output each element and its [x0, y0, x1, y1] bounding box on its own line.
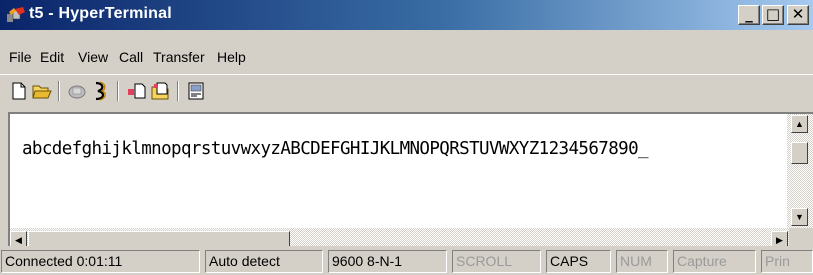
toolbar-separator: [177, 81, 179, 101]
status-num: NUM: [616, 250, 668, 273]
toolbar-separator: [117, 81, 119, 101]
menu-help[interactable]: Help: [217, 49, 246, 65]
arrow-down-icon: ▼: [795, 212, 804, 222]
terminal-text: abcdefghijklmnopqrstuvwxyzABCDEFGHIJKLMN…: [22, 139, 639, 159]
terminal-text-line: abcdefghijklmnopqrstuvwxyzABCDEFGHIJKLMN…: [22, 139, 649, 159]
arrow-up-icon: ▲: [795, 119, 804, 129]
open-icon: [32, 85, 52, 99]
receive-button[interactable]: [150, 80, 172, 102]
status-bar: Connected 0:01:11 Auto detect 9600 8-N-1…: [0, 246, 813, 275]
maximize-button[interactable]: □: [762, 5, 784, 25]
disconnect-icon: [95, 81, 106, 101]
minimize-icon: _: [745, 5, 753, 23]
title-bar[interactable]: t5 - HyperTerminal _ □ ✕: [0, 0, 813, 30]
status-settings: 9600 8-N-1: [328, 250, 447, 273]
status-connected: Connected 0:01:11: [1, 250, 200, 273]
call-button[interactable]: [66, 80, 88, 102]
toolbar: [0, 74, 813, 104]
scroll-down-button[interactable]: ▼: [791, 208, 808, 226]
minimize-button[interactable]: _: [738, 5, 760, 25]
status-caps: CAPS: [546, 250, 611, 273]
arrow-left-icon: ◀: [15, 234, 22, 245]
toolbar-separator: [58, 81, 60, 101]
terminal-display[interactable]: abcdefghijklmnopqrstuvwxyzABCDEFGHIJKLMN…: [18, 114, 788, 228]
terminal-frame: abcdefghijklmnopqrstuvwxyzABCDEFGHIJKLMN…: [8, 112, 813, 252]
send-icon: [128, 83, 146, 99]
menu-file[interactable]: File: [9, 49, 32, 65]
new-connection-icon: [12, 82, 26, 100]
menu-bar: File Edit View Call Transfer Help: [0, 30, 813, 70]
status-print: Prin: [761, 250, 813, 273]
arrow-right-icon: ▶: [776, 234, 783, 245]
new-connection-button[interactable]: [8, 80, 30, 102]
close-button[interactable]: ✕: [787, 5, 809, 25]
open-button[interactable]: [31, 80, 53, 102]
send-button[interactable]: [126, 80, 148, 102]
menu-call[interactable]: Call: [119, 49, 143, 65]
menu-transfer[interactable]: Transfer: [153, 49, 205, 65]
close-icon: ✕: [791, 5, 805, 23]
status-capture: Capture: [673, 250, 756, 273]
terminal-cursor: _: [638, 139, 649, 159]
hyperterminal-icon: [7, 7, 25, 22]
status-scroll: SCROLL: [452, 250, 541, 273]
vertical-scrollbar[interactable]: ▲ ▼: [787, 114, 813, 228]
call-icon: [68, 85, 86, 99]
receive-icon: [151, 82, 169, 100]
scroll-up-button[interactable]: ▲: [791, 115, 808, 133]
status-detect: Auto detect: [205, 250, 323, 273]
properties-button[interactable]: [185, 80, 207, 102]
menu-edit[interactable]: Edit: [40, 49, 64, 65]
maximize-icon: □: [765, 5, 781, 23]
disconnect-button[interactable]: [90, 80, 112, 102]
menu-view[interactable]: View: [78, 49, 108, 65]
properties-icon: [188, 82, 204, 100]
window-title: t5 - HyperTerminal: [29, 5, 172, 22]
vertical-scroll-thumb[interactable]: [791, 142, 808, 164]
